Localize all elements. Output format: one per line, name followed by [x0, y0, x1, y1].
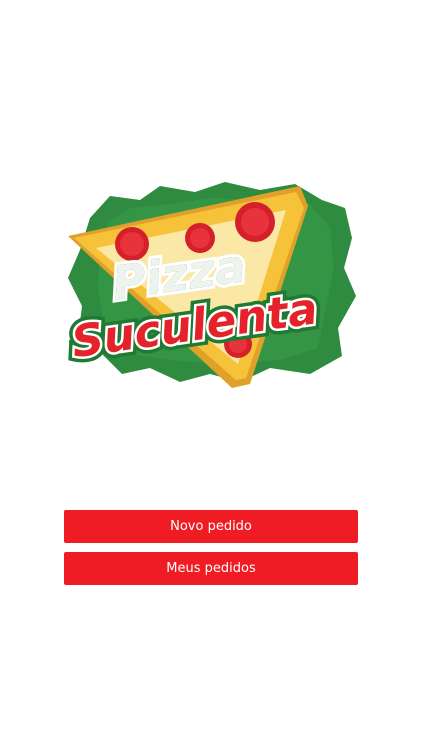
pizza-logo-graphic: Pizza Pizza Suculenta Suculenta [63, 182, 356, 388]
new-order-button[interactable]: Novo pedido [64, 510, 358, 543]
app-screen: Pizza Pizza Suculenta Suculenta Novo ped… [0, 0, 422, 750]
brand-logo: Pizza Pizza Suculenta Suculenta [60, 178, 360, 388]
my-orders-button[interactable]: Meus pedidos [64, 552, 358, 585]
